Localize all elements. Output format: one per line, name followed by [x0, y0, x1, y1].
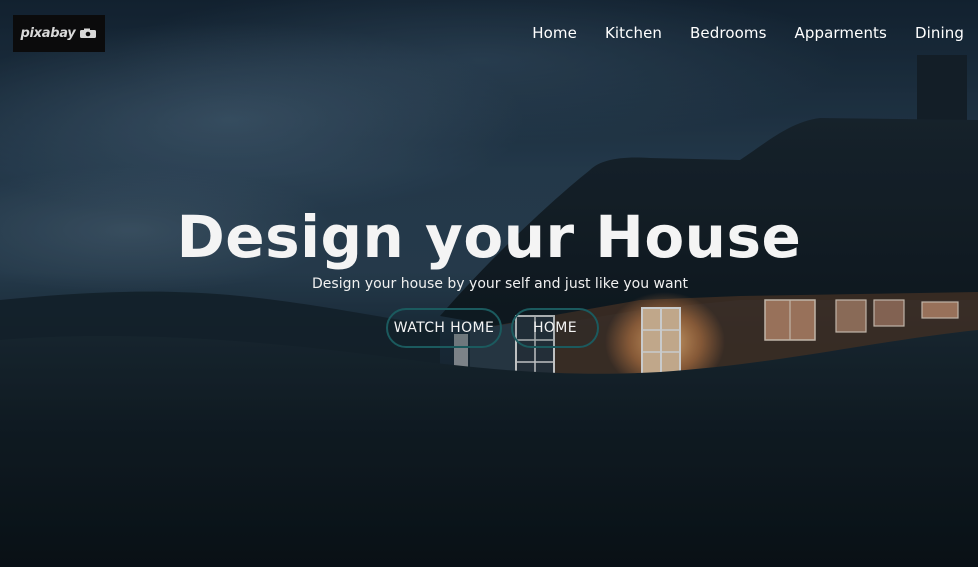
camera-icon: [80, 28, 97, 38]
nav-item-dining[interactable]: Dining: [915, 24, 964, 42]
hero-section: pixabay Home Kitchen Bedrooms Apparments…: [0, 0, 978, 567]
logo-text: pixabay: [20, 26, 76, 41]
hero-title: Design your House: [176, 203, 802, 271]
pixabay-logo[interactable]: pixabay: [13, 15, 105, 52]
nav-item-apparments[interactable]: Apparments: [795, 24, 887, 42]
home-button[interactable]: HOME: [511, 308, 599, 348]
nav-item-kitchen[interactable]: Kitchen: [605, 24, 662, 42]
nav-item-home[interactable]: Home: [532, 24, 577, 42]
watch-home-button[interactable]: WATCH HOME: [386, 308, 502, 348]
nav-item-bedrooms[interactable]: Bedrooms: [690, 24, 766, 42]
hero-subtitle: Design your house by your self and just …: [312, 276, 688, 292]
top-navigation: Home Kitchen Bedrooms Apparments Dining: [532, 24, 964, 42]
cta-button-group: WATCH HOME HOME: [386, 308, 599, 348]
